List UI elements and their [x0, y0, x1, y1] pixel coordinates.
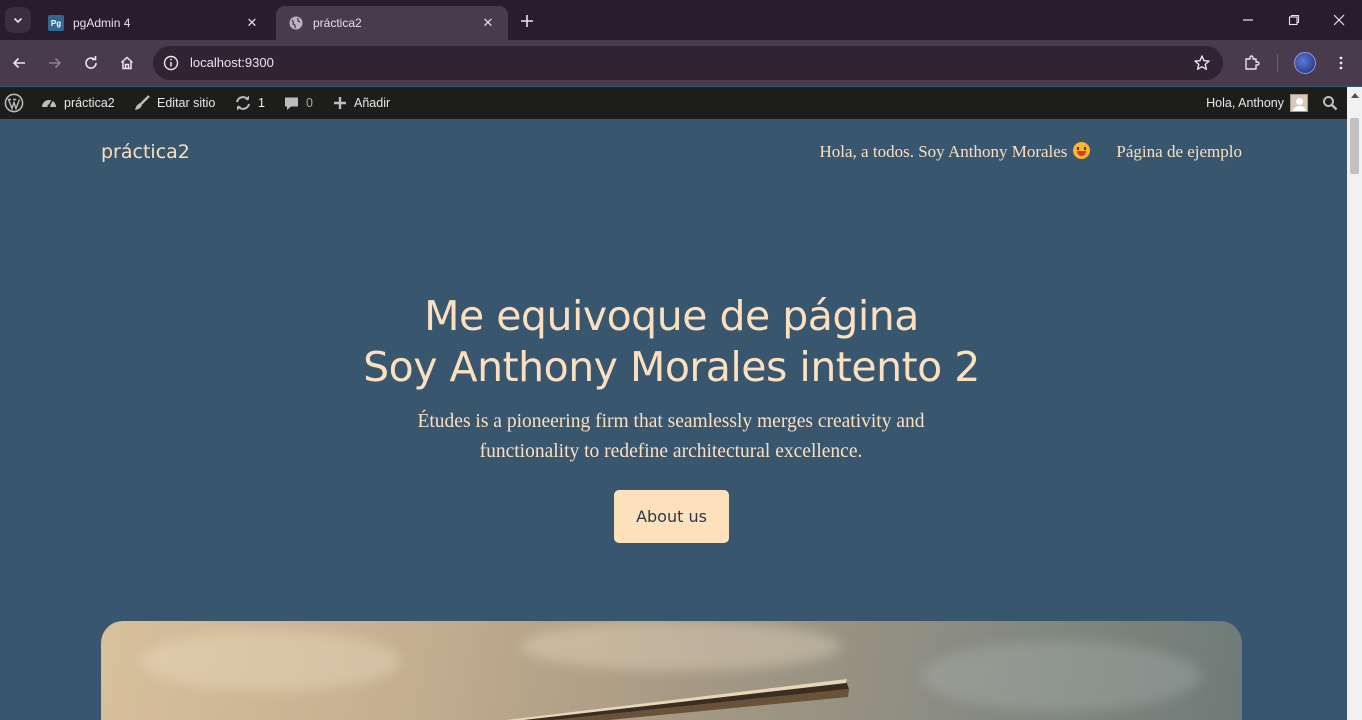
site-name-menu[interactable]: práctica2 [40, 87, 115, 119]
toolbar-separator [1277, 54, 1278, 72]
bookmark-star-icon[interactable] [1193, 54, 1211, 72]
scroll-up-button[interactable] [1347, 87, 1362, 102]
add-new-menu[interactable]: Añadir [332, 87, 390, 119]
wordpress-icon [4, 93, 24, 113]
page-scrollbar[interactable] [1347, 87, 1362, 720]
comment-icon [285, 97, 298, 110]
url-text[interactable]: localhost:9300 [190, 55, 274, 70]
kebab-menu-icon [1339, 56, 1343, 70]
plus-icon [521, 15, 533, 27]
profile-avatar[interactable] [1294, 52, 1316, 74]
new-tab-button[interactable] [516, 10, 538, 32]
hero-title-line2: Soy Anthony Morales intento 2 [363, 343, 980, 391]
building-roof-graphic [505, 679, 849, 720]
arrow-right-icon [49, 57, 62, 69]
nav-item-hola[interactable]: Hola, a todos. Soy Anthony Morales [820, 142, 1091, 162]
window-close-button[interactable] [1316, 0, 1362, 40]
puzzle-icon [1245, 55, 1260, 70]
pgadmin-icon: Pg [48, 15, 64, 31]
close-icon[interactable]: ✕ [480, 15, 496, 31]
hero-description: Études is a pioneering firm that seamles… [417, 411, 925, 462]
triangle-up-icon [1350, 92, 1359, 98]
grinning-emoji-icon [1073, 142, 1091, 159]
page-content: práctica2 Hola, a todos. Soy Anthony Mor… [0, 119, 1347, 720]
back-button[interactable] [7, 51, 31, 75]
wp-admin-bar: práctica2 Editar sitio 1 0 Añadir Hola, … [0, 87, 1362, 119]
brush-icon [135, 95, 150, 110]
updates-icon [236, 95, 250, 111]
plus-icon [334, 97, 346, 109]
site-title[interactable]: práctica2 [101, 141, 190, 163]
arrow-left-icon [12, 57, 25, 69]
browser-toolbar: localhost:9300 [0, 40, 1362, 86]
scrollbar-thumb[interactable] [1350, 118, 1359, 174]
info-icon[interactable] [162, 54, 180, 72]
site-name-label: práctica2 [64, 96, 115, 110]
tab-title: práctica2 [313, 16, 362, 30]
about-us-button[interactable]: About us [614, 490, 729, 543]
browser-tab-strip: Pg pgAdmin 4 ✕ práctica2 ✕ [0, 0, 1362, 40]
chevron-down-icon [13, 17, 23, 24]
tab-search-button[interactable] [5, 7, 31, 33]
nav-item-label: Hola, a todos. Soy Anthony Morales [819, 142, 1068, 161]
hero-image [101, 621, 1242, 720]
tab-title: pgAdmin 4 [73, 16, 131, 30]
globe-icon [288, 15, 304, 31]
updates-link[interactable]: 1 [234, 87, 265, 119]
close-icon[interactable]: ✕ [244, 15, 260, 31]
avatar [1290, 94, 1308, 112]
updates-count: 1 [258, 96, 265, 110]
reload-button[interactable] [79, 51, 103, 75]
reload-icon [85, 56, 97, 69]
edit-site-label: Editar sitio [157, 96, 216, 110]
extensions-button[interactable] [1240, 51, 1264, 75]
my-account-menu[interactable]: Hola, Anthony [1206, 87, 1308, 119]
tab-practica2[interactable]: práctica2 ✕ [276, 6, 508, 40]
minimize-icon [1243, 19, 1253, 21]
home-button[interactable] [115, 51, 139, 75]
browser-menu-button[interactable] [1329, 51, 1353, 75]
edit-site-link[interactable]: Editar sitio [133, 87, 215, 119]
address-bar[interactable]: localhost:9300 [153, 46, 1223, 80]
add-new-label: Añadir [354, 96, 391, 110]
hero-title-line1: Me equivoque de página [424, 292, 919, 340]
greeting-label: Hola, Anthony [1206, 96, 1284, 110]
restore-button[interactable] [1271, 0, 1317, 40]
close-icon [1333, 14, 1345, 26]
restore-icon [1288, 14, 1300, 26]
search-icon[interactable] [1322, 95, 1338, 111]
forward-button[interactable] [43, 51, 67, 75]
home-icon [120, 56, 134, 70]
hero-title: Me equivoque de página Soy Anthony Moral… [0, 291, 1343, 393]
comments-link[interactable]: 0 [283, 87, 313, 119]
dashboard-icon [42, 100, 56, 108]
nav-item-pagina-de-ejemplo[interactable]: Página de ejemplo [1116, 142, 1242, 162]
tab-pgadmin[interactable]: Pg pgAdmin 4 ✕ [36, 6, 272, 40]
comments-count: 0 [306, 96, 313, 110]
main-navigation: Hola, a todos. Soy Anthony Morales Págin… [820, 142, 1242, 162]
minimize-button[interactable] [1225, 0, 1271, 40]
wp-logo-menu[interactable] [4, 87, 30, 119]
